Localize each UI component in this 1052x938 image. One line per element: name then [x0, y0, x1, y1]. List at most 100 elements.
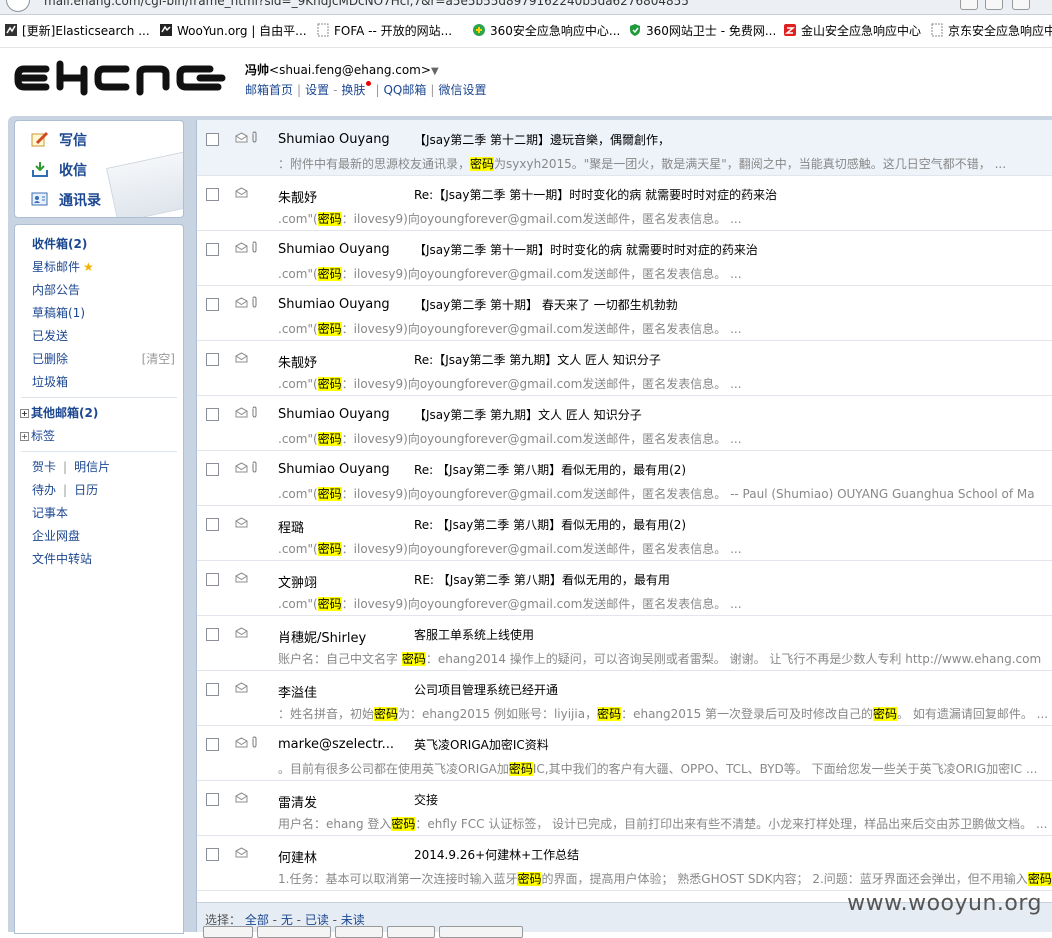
- expand-icon[interactable]: +: [20, 432, 29, 441]
- mail-sender[interactable]: Shumiao Ouyang: [278, 297, 390, 312]
- compose-button[interactable]: 写信: [31, 130, 87, 150]
- mail-row[interactable]: Shumiao Ouyang 【Jsay第二季 第十期】 春天来了 一切都生机勃勃…: [197, 285, 1052, 341]
- mail-preview[interactable]: ：姓名拼音，初始密码为：ehang2015 例如账号：liyijia，密码：eh…: [278, 705, 1048, 722]
- chevron-down-icon[interactable]: ▼: [431, 66, 439, 77]
- mail-preview[interactable]: .com"(密码：ilovesy9)向oyoungforever@gmail.c…: [278, 430, 742, 447]
- mail-subject[interactable]: 【Jsay第二季 第十期】 春天来了 一切都生机勃勃: [414, 296, 678, 313]
- mail-sender[interactable]: 文翀翊: [278, 572, 317, 591]
- folder-sent[interactable]: 已发送: [32, 327, 68, 344]
- shield-icon[interactable]: [960, 0, 978, 10]
- mail-sender[interactable]: Shumiao Ouyang: [278, 132, 390, 147]
- todo-link[interactable]: 待办: [32, 483, 56, 497]
- mail-sender[interactable]: Shumiao Ouyang: [278, 407, 390, 422]
- mail-row[interactable]: 雷清发 交接 用户名：ehang 登入密码：ehfly FCC 认证标签， 设计已完…: [197, 780, 1052, 836]
- folder-deleted[interactable]: 已删除: [32, 350, 68, 367]
- clear-deleted-link[interactable]: [清空]: [142, 350, 175, 367]
- mail-subject[interactable]: 交接: [414, 791, 438, 808]
- folder-starred[interactable]: 星标邮件 ★: [32, 258, 94, 275]
- bookmark-item[interactable]: WooYun.org | 自由平...: [159, 23, 307, 39]
- mail-preview[interactable]: .com"(密码：ilovesy9)向oyoungforever@gmail.c…: [278, 375, 742, 392]
- extension-icon[interactable]: [985, 0, 1003, 10]
- select-unread-link[interactable]: 未读: [341, 913, 365, 927]
- mail-checkbox[interactable]: [206, 738, 219, 751]
- folder-spam[interactable]: 垃圾箱: [32, 373, 68, 390]
- mail-checkbox[interactable]: [206, 628, 219, 641]
- contacts-button[interactable]: 通讯录: [31, 190, 101, 210]
- mail-row[interactable]: Shumiao Ouyang 【Jsay第二季 第十二期】邊玩音樂，偶爾創作， ：附…: [197, 120, 1052, 176]
- toolbar-button[interactable]: [335, 926, 383, 938]
- select-read-link[interactable]: 已读: [305, 913, 329, 927]
- mail-row[interactable]: 文翀翊 RE: 【Jsay第二季 第八期】看似无用的，最有用 .com"(密码：il…: [197, 560, 1052, 616]
- calendar-link[interactable]: 日历: [74, 483, 98, 497]
- mail-checkbox[interactable]: [206, 518, 219, 531]
- mail-preview[interactable]: .com"(密码：ilovesy9)向oyoungforever@gmail.c…: [278, 320, 742, 337]
- mail-subject[interactable]: Re: 【Jsay第二季 第八期】看似无用的，最有用(2): [414, 516, 686, 533]
- mail-sender[interactable]: 何建林: [278, 847, 317, 866]
- expand-icon[interactable]: +: [20, 409, 29, 418]
- mail-row[interactable]: 朱靓妤 Re:【Jsay第二季 第九期】文人 匠人 知识分子 .com"(密码：il…: [197, 340, 1052, 396]
- mail-sender[interactable]: Shumiao Ouyang: [278, 462, 390, 477]
- mail-checkbox[interactable]: [206, 793, 219, 806]
- folder-tags[interactable]: + 标签: [20, 427, 55, 444]
- bookmark-item[interactable]: FOFA -- 开放的网站...: [316, 23, 452, 39]
- mail-sender[interactable]: marke@szelectr...: [278, 737, 394, 752]
- mail-subject[interactable]: Re:【Jsay第二季 第九期】文人 匠人 知识分子: [414, 351, 661, 368]
- back-button[interactable]: [6, 0, 30, 12]
- mail-sender[interactable]: Shumiao Ouyang: [278, 242, 390, 257]
- select-all-link[interactable]: 全部: [245, 913, 269, 927]
- mail-preview[interactable]: ：附件中有最新的思源校友通讯录，密码为syxyh2015。"聚是一团火，散是满天…: [278, 155, 1006, 172]
- mail-row[interactable]: 肖穗妮/Shirley 客服工单系统上线使用 账户名：自己中文名字 密码：ehang…: [197, 615, 1052, 671]
- url-text[interactable]: mail.ehang.com/cgi-bin/frame_html?sid=_9…: [44, 0, 689, 8]
- folder-inbox[interactable]: 收件箱(2): [32, 235, 87, 252]
- mail-subject[interactable]: 2014.9.26+何建林+工作总结: [414, 846, 579, 863]
- notes-link[interactable]: 记事本: [32, 504, 68, 521]
- transfer-link[interactable]: 文件中转站: [32, 550, 92, 567]
- mail-checkbox[interactable]: [206, 848, 219, 861]
- toolbar-button[interactable]: [203, 926, 253, 938]
- receive-button[interactable]: 收信: [31, 160, 87, 180]
- mail-checkbox[interactable]: [206, 408, 219, 421]
- mail-subject[interactable]: RE: 【Jsay第二季 第八期】看似无用的，最有用: [414, 571, 670, 588]
- qqmail-link[interactable]: QQ邮箱: [383, 83, 426, 97]
- bookmark-item[interactable]: 金山安全应急响应中心: [783, 23, 921, 39]
- mail-sender[interactable]: 李溢佳: [278, 682, 317, 701]
- skin-link[interactable]: 换肤: [341, 83, 365, 97]
- disk-link[interactable]: 企业网盘: [32, 527, 80, 544]
- mail-preview[interactable]: 用户名：ehang 登入密码：ehfly FCC 认证标签， 设计已完成，目前打…: [278, 815, 1047, 832]
- mail-checkbox[interactable]: [206, 298, 219, 311]
- mail-preview[interactable]: .com"(密码：ilovesy9)向oyoungforever@gmail.c…: [278, 540, 742, 557]
- folder-drafts[interactable]: 草稿箱(1): [32, 304, 85, 321]
- mail-home-link[interactable]: 邮箱首页: [245, 83, 293, 97]
- browser-address-bar[interactable]: mail.ehang.com/cgi-bin/frame_html?sid=_9…: [0, 0, 1052, 15]
- bookmark-item[interactable]: 京东安全应急响应中心: [930, 23, 1052, 39]
- mail-checkbox[interactable]: [206, 353, 219, 366]
- mail-row[interactable]: marke@szelectr... 英飞凌ORIGA加密IC资料 。目前有很多公司都…: [197, 725, 1052, 781]
- mail-preview[interactable]: 1.任务：基本可以取消第一次连接时输入蓝牙密码的界面，提高用户体验； 熟悉GHO…: [278, 870, 1052, 887]
- bookmark-item[interactable]: 360安全应急响应中心...: [472, 23, 620, 39]
- mail-preview[interactable]: .com"(密码：ilovesy9)向oyoungforever@gmail.c…: [278, 210, 742, 227]
- settings-link[interactable]: 设置: [305, 83, 329, 97]
- ehang-logo[interactable]: [14, 60, 228, 96]
- mail-sender[interactable]: 肖穗妮/Shirley: [278, 627, 366, 646]
- mail-row[interactable]: Shumiao Ouyang 【Jsay第二季 第十一期】时时变化的病 就需要时时…: [197, 230, 1052, 286]
- mail-subject[interactable]: 【Jsay第二季 第十二期】邊玩音樂，偶爾創作，: [414, 131, 670, 148]
- mail-checkbox[interactable]: [206, 133, 219, 146]
- mail-preview[interactable]: .com"(密码：ilovesy9)向oyoungforever@gmail.c…: [278, 485, 1035, 502]
- user-account[interactable]: 冯帅<shuai.feng@ehang.com>▼: [245, 61, 439, 78]
- mail-sender[interactable]: 程璐: [278, 517, 304, 536]
- card-link[interactable]: 贺卡: [32, 460, 56, 474]
- toolbar-button[interactable]: [439, 926, 523, 938]
- mail-checkbox[interactable]: [206, 463, 219, 476]
- mail-preview[interactable]: .com"(密码：ilovesy9)向oyoungforever@gmail.c…: [278, 595, 742, 612]
- wechat-settings-link[interactable]: 微信设置: [438, 83, 486, 97]
- bookmark-item[interactable]: 360网站卫士 - 免费网...: [628, 23, 776, 39]
- mail-subject[interactable]: 公司项目管理系统已经开通: [414, 681, 558, 698]
- mail-sender[interactable]: 朱靓妤: [278, 187, 317, 206]
- mail-subject[interactable]: 【Jsay第二季 第九期】文人 匠人 知识分子: [414, 406, 642, 423]
- mail-checkbox[interactable]: [206, 573, 219, 586]
- postcard-link[interactable]: 明信片: [74, 460, 110, 474]
- mail-preview[interactable]: 账户名：自己中文名字 密码：ehang2014 操作上的疑问，可以咨询吴刚或者雷…: [278, 650, 1041, 667]
- mail-preview[interactable]: 。目前有很多公司都在使用英飞凌ORIGA加密码IC,其中我们的客户有大疆、OPP…: [278, 760, 1037, 777]
- mail-subject[interactable]: Re:【Jsay第二季 第十一期】时时变化的病 就需要时时对症的药来治: [414, 186, 777, 203]
- select-none-link[interactable]: 无: [281, 913, 293, 927]
